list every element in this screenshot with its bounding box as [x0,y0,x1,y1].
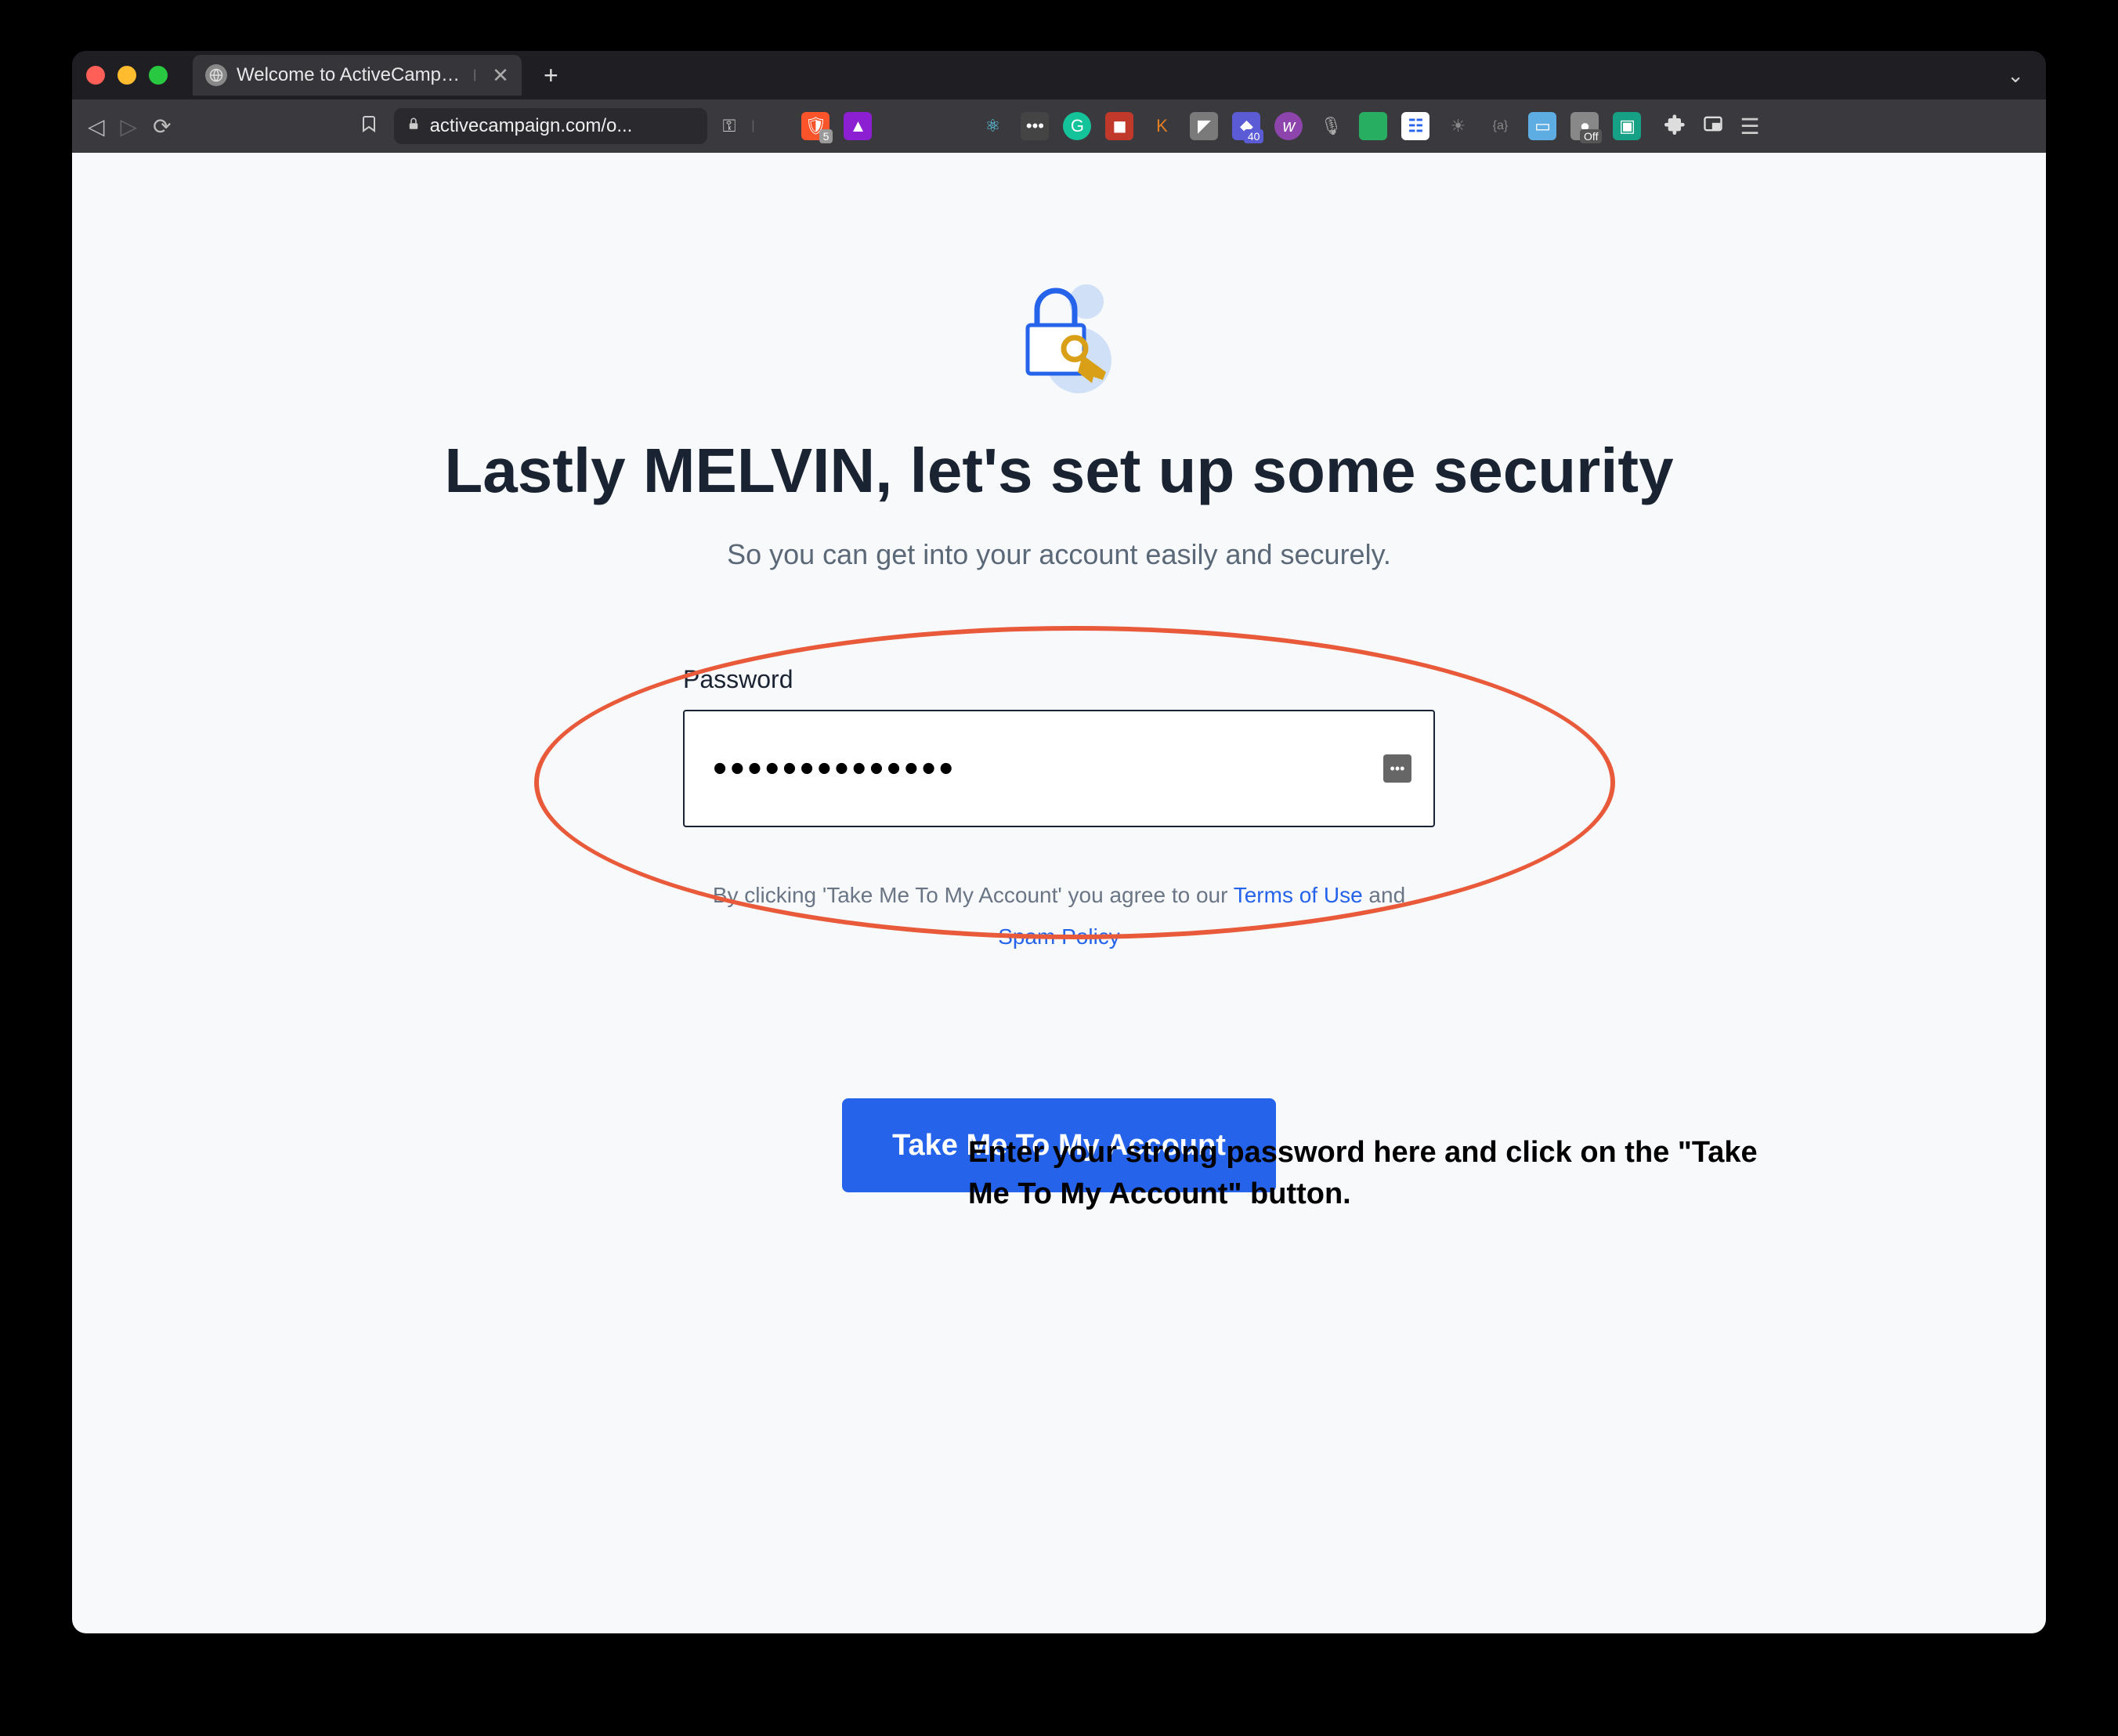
tab-strip: Welcome to ActiveCampaign - | ✕ + ⌄ [72,51,2046,99]
url-bar[interactable]: activecampaign.com/o... [394,108,707,144]
tab-separator: | [751,119,754,133]
menu-icon[interactable]: ☰ [1740,114,1759,139]
new-tab-button[interactable]: + [544,61,558,90]
password-label: Password [683,665,1435,694]
close-tab-button[interactable]: ✕ [492,63,509,88]
react-ext-icon[interactable]: ⚛ [978,112,1007,140]
terms-of-use-link[interactable]: Terms of Use [1234,883,1363,907]
ext-green2-icon[interactable]: ▣ [1613,112,1641,140]
page-content: Lastly MELVIN, let's set up some securit… [72,153,2046,1633]
ext-sky-icon[interactable]: ▭ [1528,112,1556,140]
ext-badge-40: 40 [1244,129,1264,143]
ext-mic-icon[interactable]: 🎙 [1317,112,1345,140]
ext-w-icon[interactable]: w [1274,112,1303,140]
ext-gray-icon[interactable]: ◤ [1190,112,1218,140]
window-maximize-button[interactable] [149,66,168,85]
tab-divider: | [473,68,476,82]
page-subheading: So you can get into your account easily … [727,538,1391,571]
off-badge: Off [1580,129,1602,143]
password-ext-icon[interactable]: ••• [1021,112,1049,140]
lock-icon [407,117,421,136]
reload-button[interactable]: ⟳ [153,114,171,139]
password-input[interactable] [683,710,1435,827]
spam-policy-link[interactable]: Spam Policy [998,924,1120,949]
toolbar-right: ☰ [1664,113,1759,140]
back-button[interactable]: ◁ [88,114,105,139]
ext-green-icon[interactable] [1359,112,1387,140]
window-minimize-button[interactable] [117,66,136,85]
browser-tab[interactable]: Welcome to ActiveCampaign - | ✕ [193,55,522,96]
pip-icon[interactable] [1702,113,1724,140]
onboarding-security-step: Lastly MELVIN, let's set up some securit… [72,153,2046,1192]
grammarly-ext-icon[interactable]: G [1063,112,1091,140]
browser-window: Welcome to ActiveCampaign - | ✕ + ⌄ ◁ ▷ … [72,51,2046,1633]
page-heading: Lastly MELVIN, let's set up some securit… [444,435,1673,507]
url-text: activecampaign.com/o... [430,115,633,137]
extensions-puzzle-icon[interactable] [1664,113,1686,140]
ext-blue-icon[interactable]: ☷ [1401,112,1429,140]
ext-k-icon[interactable]: K [1148,112,1176,140]
terms-text: By clicking 'Take Me To My Account' you … [683,874,1435,957]
globe-icon [205,64,227,86]
shield-badge: 5 [819,129,833,143]
password-input-wrap: ••• [683,710,1435,827]
password-key-icon[interactable]: ⚿ [723,116,736,136]
terms-prefix: By clicking 'Take Me To My Account' you … [713,883,1234,907]
terms-mid: and [1363,883,1406,907]
forward-button[interactable]: ▷ [121,114,138,139]
password-manager-icon[interactable]: ••• [1383,754,1411,783]
password-form: Password ••• By clicking 'Take Me To My … [683,665,1435,957]
window-close-button[interactable] [86,66,105,85]
ext-red-icon[interactable]: ◼ [1105,112,1133,140]
traffic-lights [86,66,168,85]
tab-title: Welcome to ActiveCampaign - [237,64,464,86]
extension-icons: 🛡5 ▲ ⚛ ••• G ◼ K ◤ ◆40 w 🎙 ☷ ☀ {a} ▭ ●Of… [801,112,1641,140]
lock-key-illustration [989,262,1129,403]
tab-dropdown-icon[interactable]: ⌄ [2007,63,2032,88]
bookmark-icon[interactable] [360,114,378,139]
ext-off-icon[interactable]: ●Off [1570,112,1599,140]
ext-dim-icon[interactable]: ☀ [1444,112,1472,140]
annotation-instruction: Enter your strong password here and clic… [968,1132,1798,1215]
ext-purple-icon[interactable]: ◆40 [1232,112,1260,140]
warning-ext-icon[interactable]: ▲ [844,112,872,140]
brave-shield-icon[interactable]: 🛡5 [801,112,829,140]
ext-braces-icon[interactable]: {a} [1486,112,1514,140]
browser-toolbar: ◁ ▷ ⟳ activecampaign.com/o... ⚿ | 🛡5 ▲ ⚛… [72,99,2046,153]
